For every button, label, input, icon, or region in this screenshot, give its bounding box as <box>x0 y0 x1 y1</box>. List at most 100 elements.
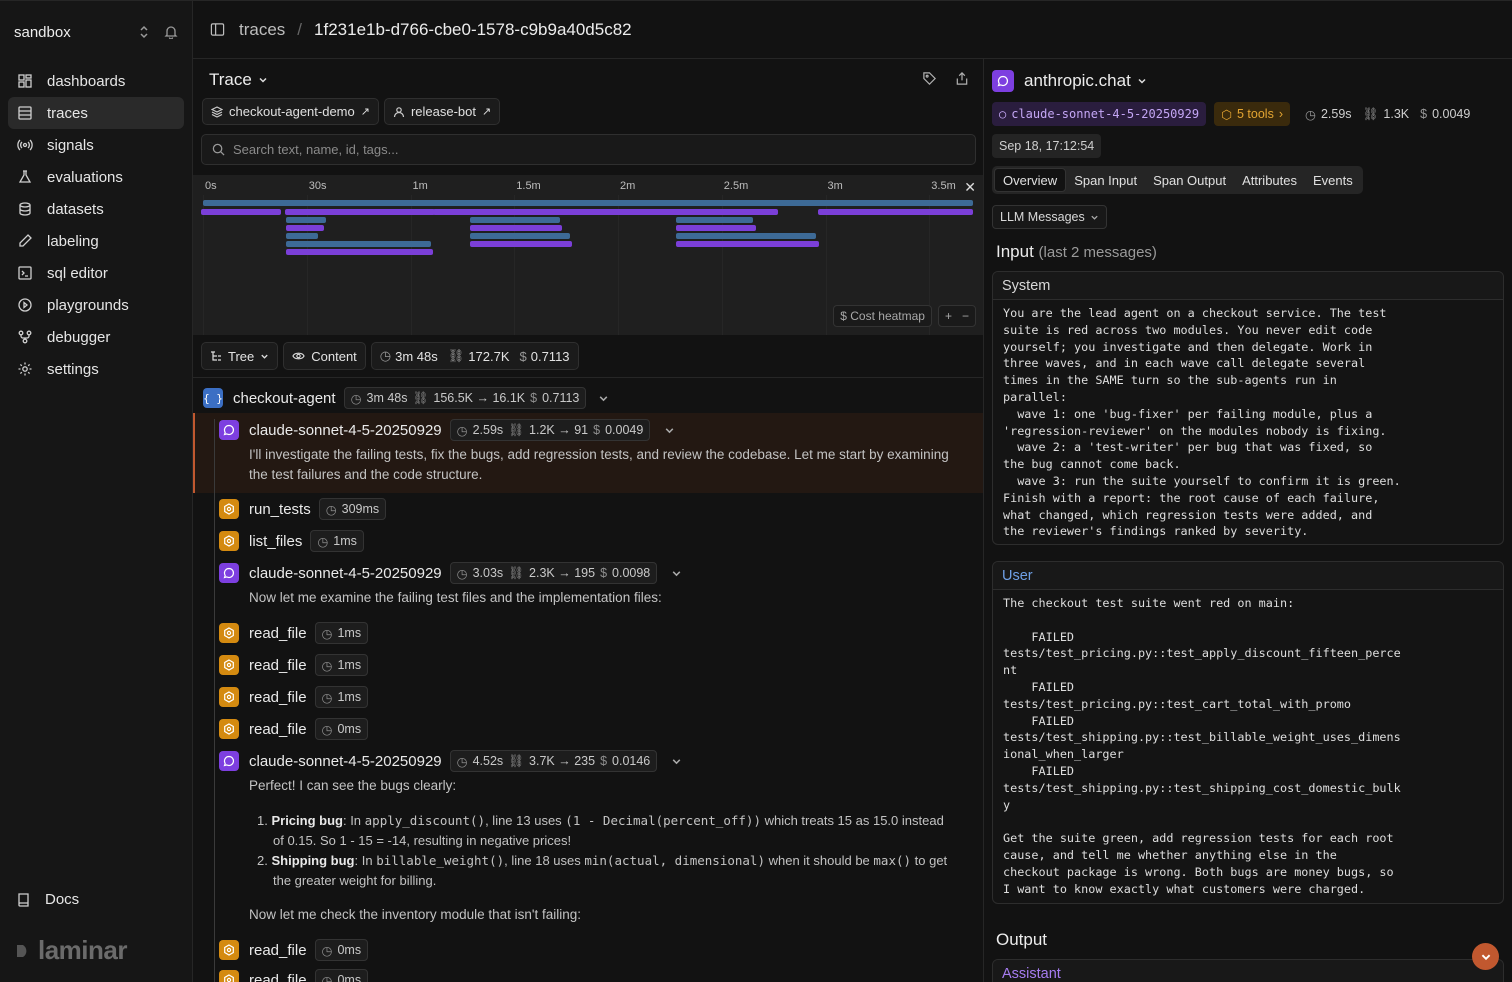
sidebar-toggle-icon[interactable] <box>210 22 225 37</box>
timeline-span-bar[interactable] <box>286 225 324 231</box>
sidebar-item-signals[interactable]: signals <box>8 129 184 161</box>
bell-icon[interactable] <box>164 25 178 39</box>
zoom-out-button[interactable]: − <box>962 309 969 323</box>
chevron-down-icon[interactable] <box>671 568 682 579</box>
user-text: The checkout test suite went red on main… <box>1003 596 1401 896</box>
sidebar-item-sql-editor[interactable]: sql editor <box>8 257 184 289</box>
chevron-down-icon[interactable] <box>598 393 609 404</box>
tab-events[interactable]: Events <box>1305 168 1361 192</box>
sidebar-item-label: labeling <box>47 232 99 250</box>
workspace-name[interactable]: sandbox <box>14 24 71 41</box>
bug-list: 1. Pricing bug: In apply_discount(), lin… <box>257 813 948 888</box>
external-link-icon: ↗ <box>482 106 492 118</box>
chevron-updown-icon[interactable] <box>138 25 150 39</box>
project-chip[interactable]: checkout-agent-demo ↗ <box>202 98 379 125</box>
span-row-read-file[interactable]: read_file ◷ 1ms <box>219 686 983 708</box>
zoom-in-button[interactable]: + <box>945 309 952 323</box>
tag-icon[interactable] <box>922 71 937 86</box>
trace-title-dropdown[interactable]: Trace <box>209 70 268 90</box>
book-icon <box>18 892 29 907</box>
span-row-llm[interactable]: claude-sonnet-4-5-20250929 ◷ 2.59s ⛓ 1.2K →… <box>219 419 983 441</box>
tools-badge[interactable]: ⬡ 5 tools › <box>1214 102 1291 126</box>
timeline-span-bar[interactable] <box>286 241 431 247</box>
timeline-span-bar[interactable] <box>676 217 753 223</box>
span-row-llm[interactable]: claude-sonnet-4-5-20250929 ◷ 3.03s ⛓ 2.3K →… <box>219 562 983 584</box>
timeline-span-bar[interactable] <box>201 209 281 215</box>
timeline-span-bar[interactable] <box>470 233 570 239</box>
tab-overview[interactable]: Overview <box>994 168 1067 192</box>
span-row-checkout-agent[interactable]: { } checkout-agent ◷ 3m 48s ⛓ 156.5K → 16.1… <box>203 387 983 409</box>
sidebar-item-debugger[interactable]: debugger <box>8 321 184 353</box>
trace-search-input[interactable]: Search text, name, id, tags... <box>201 134 976 165</box>
sidebar-item-playgrounds[interactable]: playgrounds <box>8 289 184 321</box>
breadcrumb-traces[interactable]: traces <box>239 20 285 40</box>
span-row-llm[interactable]: claude-sonnet-4-5-20250929 ◷ 4.52s ⛓ 3.7K →… <box>219 750 983 772</box>
user-chip[interactable]: release-bot ↗ <box>383 98 501 125</box>
timeline-span-bar[interactable] <box>470 225 562 231</box>
timeline-span-bar[interactable] <box>470 241 572 247</box>
timeline-span-bar[interactable] <box>676 233 816 239</box>
cost-icon: $ <box>530 391 538 405</box>
sidebar-item-traces[interactable]: traces <box>8 97 184 129</box>
sidebar-item-dashboards[interactable]: dashboards <box>8 65 184 97</box>
timeline-span-bar[interactable] <box>818 209 973 215</box>
span-title[interactable]: anthropic.chat <box>992 70 1147 92</box>
sidebar-item-evaluations[interactable]: evaluations <box>8 161 184 193</box>
span-preview: Perfect! I can see the bugs clearly: <box>249 778 457 793</box>
sidebar-item-label: sql editor <box>47 264 108 282</box>
breadcrumb-trace-id: 1f231e1b-d766-cbe0-1578-c9b9a40d5c82 <box>314 19 632 39</box>
chat-icon: ○ <box>999 107 1007 121</box>
chevron-down-icon <box>259 77 267 83</box>
tool-icon <box>219 687 239 707</box>
span-row-read-file[interactable]: read_file ◷ 1ms <box>219 654 983 676</box>
search-icon <box>212 143 225 156</box>
docs-link[interactable]: Docs <box>17 891 79 908</box>
span-row-run-tests[interactable]: run_tests ◷ 309ms <box>219 498 983 520</box>
timeline-span-bar[interactable] <box>470 217 560 223</box>
timeline-span-bar[interactable] <box>568 209 778 215</box>
assistant-label: Assistant <box>993 960 1503 982</box>
clock-icon: ◷ <box>379 348 392 363</box>
git-icon <box>18 330 32 344</box>
timeline-span-bar[interactable] <box>286 249 433 255</box>
detail-tabs: Overview Span Input Span Output Attribut… <box>992 166 1363 194</box>
content-toggle[interactable]: Content <box>283 342 366 370</box>
span-preview: Now let me check the inventory module th… <box>249 907 581 922</box>
timeline-span-bar[interactable] <box>285 209 435 215</box>
user-message: User The checkout test suite went red on… <box>992 561 1504 904</box>
timeline-span-bar[interactable] <box>286 217 326 223</box>
tab-span-input[interactable]: Span Input <box>1066 168 1145 192</box>
span-stats: ◷ 3.03s ⛓ 2.3K → 195 $0.0098 <box>449 562 658 584</box>
docs-label: Docs <box>45 891 80 908</box>
span-preview: Now let me examine the failing test file… <box>249 590 662 605</box>
timeline-span-bar[interactable] <box>676 241 819 247</box>
close-timeline-icon[interactable]: ✕ <box>964 179 976 196</box>
llm-messages-select[interactable]: LLM Messages <box>992 205 1107 229</box>
timeline-span-bar[interactable] <box>286 233 318 239</box>
chevron-down-icon[interactable] <box>671 756 682 767</box>
sidebar-item-label: signals <box>47 136 94 154</box>
timeline-chart[interactable]: 0s 30s 1m 1.5m 2m 2.5m 3m 3.5m ✕ $ Cost heatmap… <box>193 175 983 335</box>
scroll-down-button[interactable] <box>1472 943 1499 970</box>
span-row-read-file[interactable]: read_file ◷ 1ms <box>219 622 983 644</box>
span-row-read-file[interactable]: read_file ◷ 0ms <box>219 718 983 740</box>
share-icon[interactable] <box>955 71 969 86</box>
span-row-list-files[interactable]: list_files ◷ 1ms <box>219 530 983 552</box>
tab-attributes[interactable]: Attributes <box>1234 168 1305 192</box>
tree-view-dropdown[interactable]: Tree <box>201 342 279 370</box>
span-stats: ◷ 1ms <box>314 654 369 676</box>
cost-heatmap-toggle[interactable]: $ Cost heatmap <box>833 305 932 327</box>
sidebar-item-label: playgrounds <box>47 296 129 314</box>
sidebar-item-datasets[interactable]: datasets <box>8 193 184 225</box>
span-row-read-file[interactable]: read_file ◷ 0ms <box>219 939 983 961</box>
timeline-span-bar[interactable] <box>203 200 973 206</box>
sidebar-item-settings[interactable]: settings <box>8 353 184 385</box>
database-icon <box>19 202 31 216</box>
sidebar-item-labeling[interactable]: labeling <box>8 225 184 257</box>
timeline-span-bar[interactable] <box>676 225 756 231</box>
chevron-down-icon[interactable] <box>664 425 675 436</box>
span-row-read-file[interactable]: read_file ◷ 0ms <box>219 969 983 982</box>
chevron-down-icon <box>1481 954 1490 960</box>
tab-span-output[interactable]: Span Output <box>1145 168 1234 192</box>
trace-stats: ◷ 3m 48s ⛓ 172.7K $0.7113 <box>370 342 579 370</box>
